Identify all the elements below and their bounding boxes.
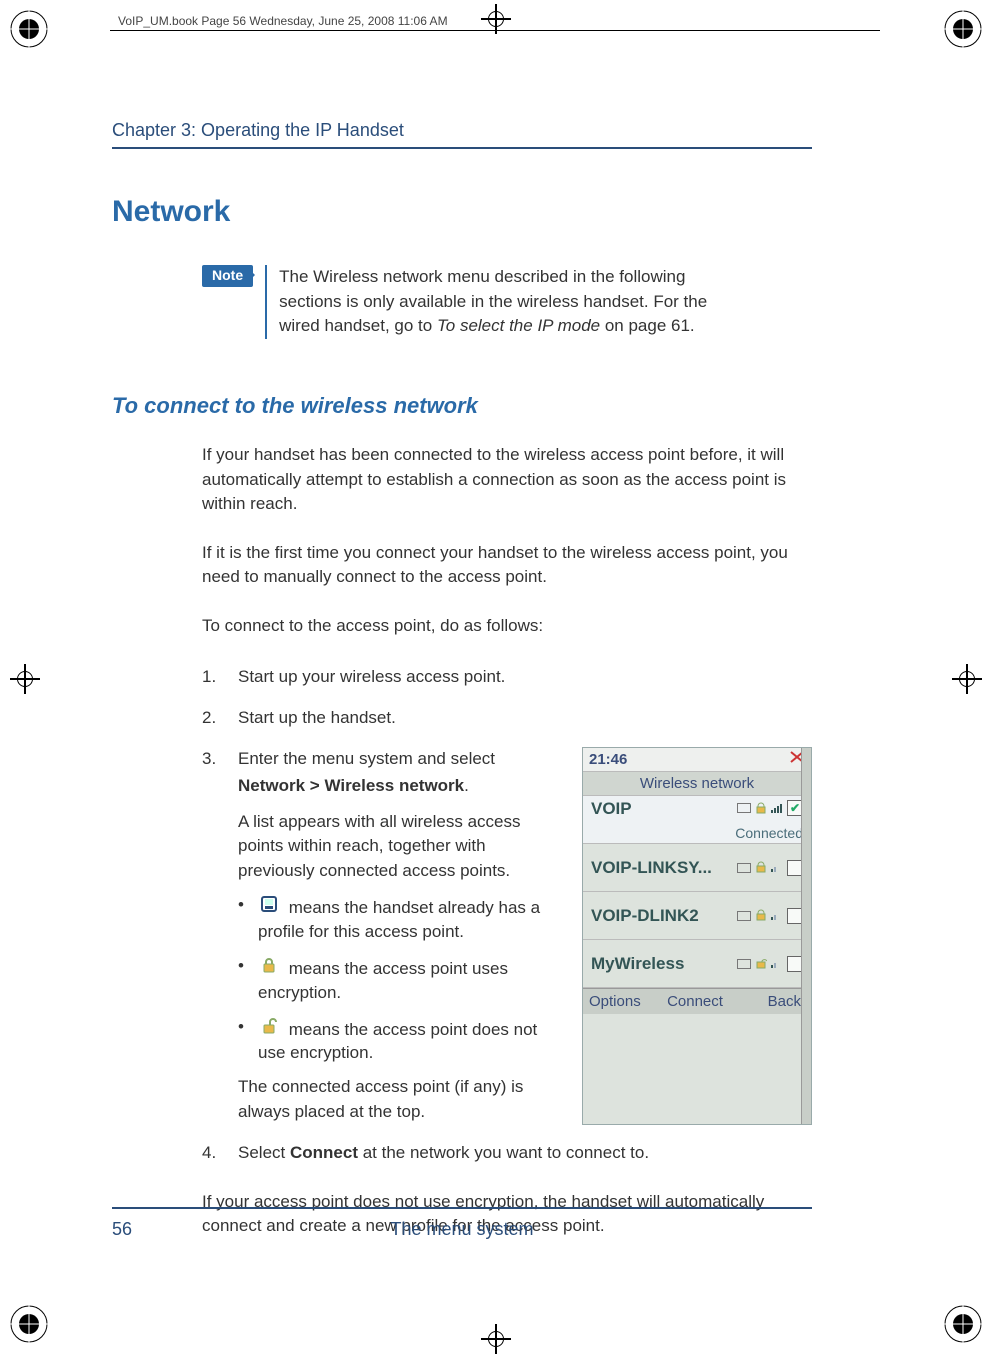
step-text-bold: Connect	[290, 1143, 358, 1162]
bullet-item: • means the handset already has a profil…	[238, 893, 562, 944]
step-text-bold: Network > Wireless network	[238, 776, 464, 795]
step-tail-text: The connected access point (if any) is a…	[238, 1075, 562, 1124]
crop-mark-icon	[8, 1303, 50, 1350]
step-number: 4.	[202, 1139, 224, 1166]
wifi-row: VOIP ✔ Connected	[583, 796, 811, 844]
crop-mark-icon	[952, 664, 982, 694]
frame-header-text: VoIP_UM.book Page 56 Wednesday, June 25,…	[118, 14, 448, 28]
paragraph: To connect to the access point, do as fo…	[202, 614, 812, 639]
wifi-row-name: MyWireless	[591, 950, 684, 977]
step-text-part: Enter the menu system and select	[238, 749, 495, 768]
step-text-part: .	[464, 776, 469, 795]
crop-mark-icon	[942, 8, 984, 55]
profile-icon	[258, 893, 280, 915]
chapter-header: Chapter 3: Operating the IP Handset	[112, 120, 812, 141]
step-text: Start up the handset.	[238, 704, 812, 731]
note-tag: Note	[202, 265, 253, 287]
wifi-row-name: VOIP-DLINK2	[591, 902, 699, 929]
paragraph: If your handset has been connected to th…	[202, 443, 812, 517]
note-link: To select the IP mode	[437, 316, 600, 335]
wifi-row: MyWireless	[583, 940, 811, 988]
signal-icon	[771, 795, 783, 822]
lock-closed-icon	[258, 954, 280, 976]
profile-icon	[737, 911, 751, 921]
step-item: 4. Select Connect at the network you want…	[202, 1139, 812, 1166]
step-number: 2.	[202, 704, 224, 731]
bullet-text: means the handset already has a profile …	[258, 898, 540, 941]
phone-softkeys: Options Connect Back	[583, 988, 811, 1014]
phone-scrollbar	[801, 748, 811, 1123]
phone-screenshot: 21:46 Wireless network VOIP ✔	[582, 747, 812, 1124]
page-number: 56	[112, 1219, 202, 1240]
softkey-left: Options	[583, 990, 660, 1014]
phone-screen-title: Wireless network	[583, 772, 811, 796]
footer-rule	[112, 1207, 812, 1209]
note-text-part2: on page 61.	[600, 316, 695, 335]
wifi-row-status: Connected	[591, 822, 803, 844]
profile-icon	[737, 803, 751, 813]
profile-icon	[737, 863, 751, 873]
step-text: Enter the menu system and select Network…	[238, 745, 562, 799]
wifi-row-name: VOIP-LINKSY...	[591, 854, 712, 881]
profile-icon	[737, 959, 751, 969]
bullet-item: • means the access point does not use en…	[238, 1015, 562, 1066]
subsection-title: To connect to the wireless network	[112, 393, 812, 419]
wifi-row-name: VOIP	[591, 795, 632, 822]
step-subtext: A list appears with all wireless access …	[238, 810, 562, 884]
lock-closed-icon	[755, 902, 767, 929]
lock-closed-icon	[755, 854, 767, 881]
signal-icon	[771, 854, 783, 881]
note-text: The Wireless network menu described in t…	[279, 265, 749, 339]
step-number: 3.	[202, 745, 224, 1124]
crop-mark-icon	[8, 8, 50, 55]
step-text-part: Select	[238, 1143, 290, 1162]
footer-title: The menu system	[202, 1219, 722, 1240]
step-item: 1. Start up your wireless access point.	[202, 663, 812, 690]
section-title: Network	[112, 195, 812, 229]
crop-mark-icon	[942, 1303, 984, 1350]
softkey-right: Back	[730, 990, 811, 1014]
signal-icon	[771, 950, 783, 977]
step-text-part: at the network you want to connect to.	[358, 1143, 649, 1162]
step-text: Start up your wireless access point.	[238, 663, 812, 690]
step-text: Select Connect at the network you want t…	[238, 1139, 812, 1166]
bullet-text: means the access point does not use encr…	[258, 1020, 537, 1063]
step-item: 2. Start up the handset.	[202, 704, 812, 731]
bullet-item: • means the access point uses encryption…	[238, 954, 562, 1005]
crop-mark-icon	[10, 664, 40, 694]
wifi-row: VOIP-DLINK2	[583, 892, 811, 940]
paragraph: If it is the first time you connect your…	[202, 541, 812, 590]
header-rule	[112, 147, 812, 149]
note-bar	[265, 265, 267, 339]
bullet-list: • means the handset already has a profil…	[238, 893, 562, 1065]
signal-icon	[771, 902, 783, 929]
lock-closed-icon	[755, 795, 767, 822]
crop-mark-icon	[481, 1324, 511, 1354]
steps-list: 1. Start up your wireless access point. 2…	[202, 663, 812, 1166]
step-number: 1.	[202, 663, 224, 690]
lock-open-icon	[258, 1015, 280, 1037]
frame-header-rule	[110, 30, 880, 31]
wifi-row: VOIP-LINKSY...	[583, 844, 811, 892]
softkey-center: Connect	[660, 990, 731, 1014]
bullet-text: means the access point uses encryption.	[258, 959, 508, 1002]
note-block: Note The Wireless network menu described…	[202, 265, 812, 339]
phone-clock: 21:46	[589, 748, 627, 772]
lock-open-icon	[755, 950, 767, 977]
step-item: 3. Enter the menu system and select Netw…	[202, 745, 812, 1124]
